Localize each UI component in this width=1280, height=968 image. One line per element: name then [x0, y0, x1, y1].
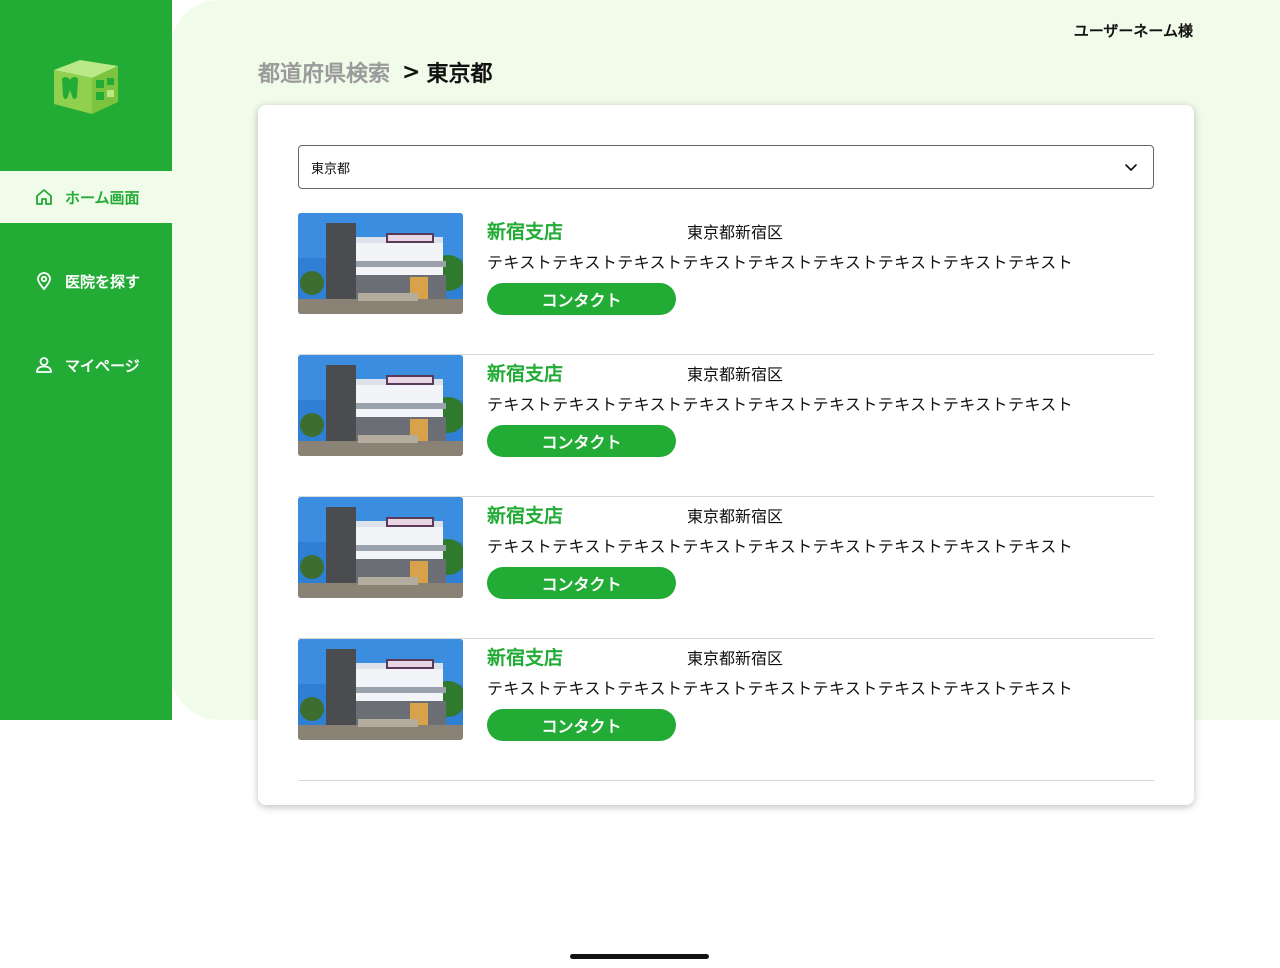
sidebar-item-label: マイページ	[65, 356, 140, 375]
clinic-description: テキストテキストテキストテキストテキストテキストテキストテキストテキスト	[487, 679, 1074, 698]
contact-button[interactable]: コンタクト	[487, 567, 676, 599]
contact-button[interactable]: コンタクト	[487, 283, 676, 315]
clinic-description: テキストテキストテキストテキストテキストテキストテキストテキストテキスト	[487, 253, 1074, 272]
user-name[interactable]: ユーザーネーム様	[1074, 20, 1193, 41]
clinic-address: 東京都新宿区	[687, 649, 784, 668]
clinic-photo[interactable]	[298, 213, 463, 314]
chevron-down-icon	[1123, 159, 1139, 175]
list-item: 新宿支店 東京都新宿区 テキストテキストテキストテキストテキストテキストテキスト…	[298, 355, 1154, 497]
prefecture-select[interactable]: 東京都	[298, 145, 1154, 189]
breadcrumb-parent-link[interactable]: 都道府県検索	[258, 56, 390, 88]
sidebar-item-home[interactable]: ホーム画面	[0, 171, 172, 223]
sidebar-item-mypage[interactable]: マイページ	[0, 339, 172, 391]
clinic-list-card: 東京都 新宿支店 東京都新宿区 テキストテキストテキストテキストテキストテキスト…	[258, 105, 1194, 805]
contact-button[interactable]: コンタクト	[487, 425, 676, 457]
breadcrumb: 都道府県検索 > 東京都	[258, 56, 492, 88]
location-pin-icon	[34, 271, 54, 291]
breadcrumb-current: 東京都	[426, 62, 493, 87]
clinic-address: 東京都新宿区	[687, 507, 784, 526]
user-icon	[34, 355, 54, 375]
clinic-name[interactable]: 新宿支店	[487, 217, 563, 244]
sidebar: ホーム画面 医院を探す マイページ	[0, 0, 172, 720]
sidebar-item-label: ホーム画面	[65, 188, 140, 207]
clinic-name[interactable]: 新宿支店	[487, 359, 563, 386]
prefecture-select-value: 東京都	[311, 161, 351, 177]
clinic-list: 新宿支店 東京都新宿区 テキストテキストテキストテキストテキストテキストテキスト…	[298, 213, 1154, 781]
breadcrumb-separator: >	[402, 59, 421, 85]
list-item: 新宿支店 東京都新宿区 テキストテキストテキストテキストテキストテキストテキスト…	[298, 639, 1154, 781]
clinic-name[interactable]: 新宿支店	[487, 501, 563, 528]
clinic-photo[interactable]	[298, 355, 463, 456]
home-indicator[interactable]	[570, 954, 709, 959]
clinic-photo[interactable]	[298, 639, 463, 740]
clinic-description: テキストテキストテキストテキストテキストテキストテキストテキストテキスト	[487, 537, 1074, 556]
home-icon	[34, 187, 54, 207]
sidebar-item-label: 医院を探す	[65, 272, 141, 291]
list-item: 新宿支店 東京都新宿区 テキストテキストテキストテキストテキストテキストテキスト…	[298, 497, 1154, 639]
clinic-description: テキストテキストテキストテキストテキストテキストテキストテキストテキスト	[487, 395, 1074, 414]
clinic-address: 東京都新宿区	[687, 365, 784, 384]
clinic-address: 東京都新宿区	[687, 223, 784, 242]
list-item: 新宿支店 東京都新宿区 テキストテキストテキストテキストテキストテキストテキスト…	[298, 213, 1154, 355]
clinic-name[interactable]: 新宿支店	[487, 643, 563, 670]
sidebar-item-find-clinic[interactable]: 医院を探す	[0, 255, 172, 307]
dental-cube-logo-icon[interactable]	[52, 56, 120, 116]
contact-button[interactable]: コンタクト	[487, 709, 676, 741]
clinic-photo[interactable]	[298, 497, 463, 598]
